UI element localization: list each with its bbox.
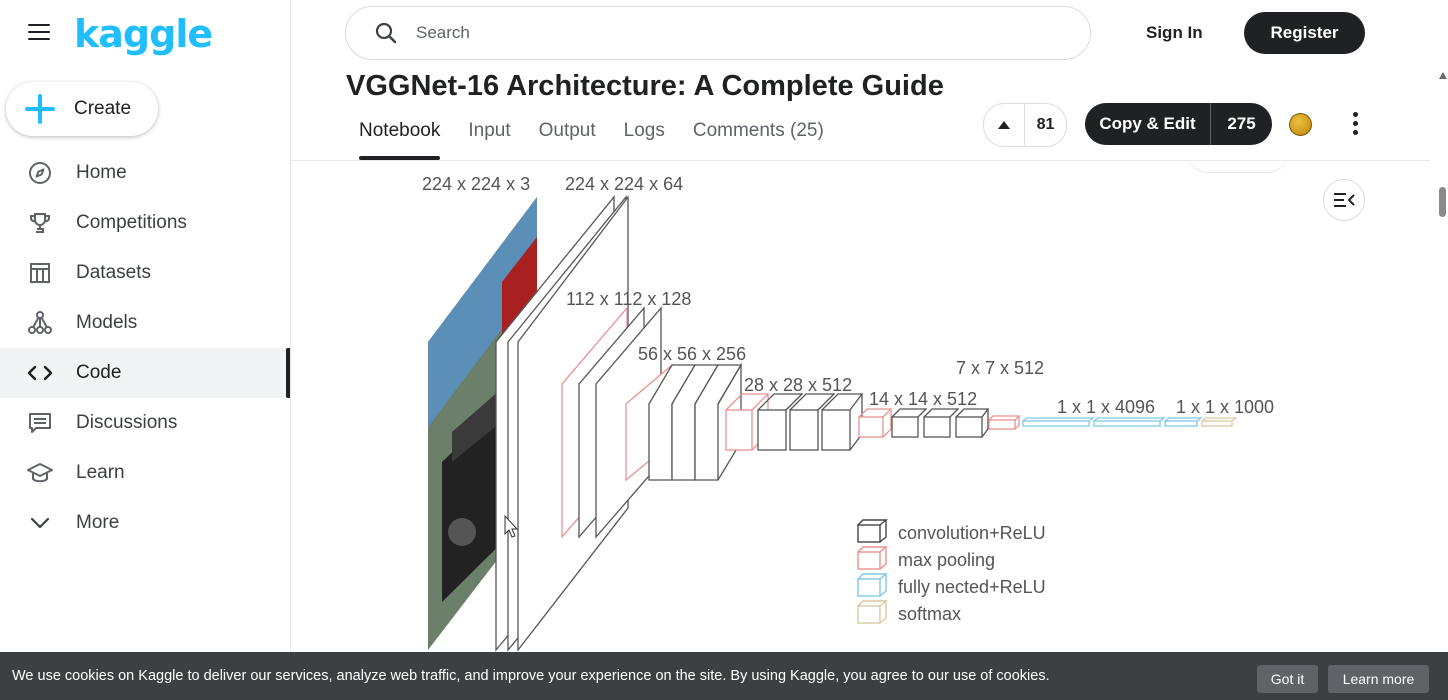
legend-softmax-icon xyxy=(857,600,888,624)
sidebar-item-more[interactable]: More xyxy=(0,498,290,548)
sidebar-item-label: Learn xyxy=(76,462,125,483)
discussion-icon xyxy=(26,409,54,437)
sidebar-item-code[interactable]: Code xyxy=(0,348,290,398)
label-conv1: 224 x 224 x 64 xyxy=(565,174,683,194)
upvote-button[interactable] xyxy=(984,104,1025,146)
create-label: Create xyxy=(74,98,132,119)
legend-label-pool: max pooling xyxy=(898,550,995,570)
label-conv2: 112 x 112 x 128 xyxy=(566,289,691,309)
pool5-block xyxy=(988,415,1021,430)
tab-logs[interactable]: Logs xyxy=(624,120,665,160)
create-button[interactable]: Create xyxy=(6,82,158,136)
sidebar-item-datasets[interactable]: Datasets xyxy=(0,248,290,298)
sign-in-link[interactable]: Sign In xyxy=(1146,23,1203,43)
label-output: 1 x 1 x 1000 xyxy=(1176,397,1274,417)
register-button[interactable]: Register xyxy=(1244,12,1365,54)
sidebar-item-label: Models xyxy=(76,312,138,333)
table-icon xyxy=(26,259,54,287)
trophy-icon xyxy=(26,209,54,237)
cookie-text: We use cookies on Kaggle to deliver our … xyxy=(12,668,1050,684)
legend-label-softmax: softmax xyxy=(898,604,961,624)
label-conv4: 28 x 28 x 512 xyxy=(744,375,852,395)
legend-label-conv: convolution+ReLU xyxy=(898,523,1046,543)
menu-icon[interactable] xyxy=(28,24,50,42)
notebook-tabs: Notebook Input Output Logs Comments (25) xyxy=(359,120,852,160)
conv5-block xyxy=(858,408,990,438)
more-options-icon[interactable] xyxy=(1345,112,1365,136)
learn-more-button[interactable]: Learn more xyxy=(1328,665,1429,693)
copy-edit-button[interactable]: Copy & Edit 275 xyxy=(1085,103,1272,145)
conv4-block xyxy=(725,393,864,451)
legend-label-fc: fully nected+ReLU xyxy=(898,577,1046,597)
tab-input[interactable]: Input xyxy=(468,120,510,160)
medal-icon xyxy=(1289,113,1312,136)
code-icon xyxy=(26,359,54,387)
search-icon xyxy=(374,21,398,45)
label-conv3: 56 x 56 x 256 xyxy=(638,344,746,364)
vote-count: 81 xyxy=(1036,116,1055,133)
label-conv5: 14 x 14 x 512 xyxy=(869,389,977,409)
sidebar-item-label: Code xyxy=(76,362,122,383)
vote-widget: 81 xyxy=(983,103,1067,147)
scrollbar-thumb[interactable] xyxy=(1439,187,1446,217)
legend: convolution+ReLU max pooling fully necte… xyxy=(857,519,1046,624)
sidebar-item-label: Datasets xyxy=(76,262,151,283)
legend-conv-icon xyxy=(857,519,888,543)
scroll-up-arrow[interactable] xyxy=(1439,72,1447,79)
sidebar-item-label: Home xyxy=(76,162,127,183)
sidebar-item-competitions[interactable]: Competitions xyxy=(0,198,290,248)
chevron-down-icon xyxy=(26,509,54,537)
legend-fc-icon xyxy=(857,573,888,597)
tab-comments[interactable]: Comments (25) xyxy=(693,120,824,160)
upvote-arrow-icon xyxy=(998,121,1010,129)
vggnet-architecture-diagram: 224 x 224 x 3 224 x 224 x 64 112 x 112 x… xyxy=(422,174,1274,652)
label-input: 224 x 224 x 3 xyxy=(422,174,530,194)
sidebar-item-label: Discussions xyxy=(76,412,178,433)
legend-pool-icon xyxy=(857,546,888,570)
sidebar-item-home[interactable]: Home xyxy=(0,148,290,198)
sidebar-item-models[interactable]: Models xyxy=(0,298,290,348)
label-pool5: 7 x 7 x 512 xyxy=(956,358,1044,378)
copy-edit-count: 275 xyxy=(1227,114,1256,133)
plus-icon xyxy=(25,94,55,124)
cookie-banner: We use cookies on Kaggle to deliver our … xyxy=(0,652,1448,700)
sidebar-item-label: Competitions xyxy=(76,212,187,233)
sidebar-item-learn[interactable]: Learn xyxy=(0,448,290,498)
sidebar-nav: Home Competitions Datasets Models Code D… xyxy=(0,148,290,548)
page-title: VGGNet-16 Architecture: A Complete Guide xyxy=(346,70,944,102)
models-icon xyxy=(26,309,54,337)
search-input[interactable] xyxy=(414,22,1018,44)
graduation-cap-icon xyxy=(26,459,54,487)
sidebar-item-label: More xyxy=(76,512,120,533)
kaggle-logo[interactable]: kaggle xyxy=(74,12,213,56)
copy-edit-label: Copy & Edit xyxy=(1085,103,1211,145)
fully-connected-block xyxy=(1022,417,1238,427)
sidebar: kaggle Create Home Competitions Datasets xyxy=(0,0,291,700)
got-it-button[interactable]: Got it xyxy=(1257,665,1318,693)
tab-notebook[interactable]: Notebook xyxy=(359,120,441,160)
compass-icon xyxy=(26,159,54,187)
sidebar-item-discussions[interactable]: Discussions xyxy=(0,398,290,448)
tab-output[interactable]: Output xyxy=(539,120,596,160)
label-fc: 1 x 1 x 4096 xyxy=(1057,397,1155,417)
search-bar[interactable] xyxy=(345,6,1091,60)
